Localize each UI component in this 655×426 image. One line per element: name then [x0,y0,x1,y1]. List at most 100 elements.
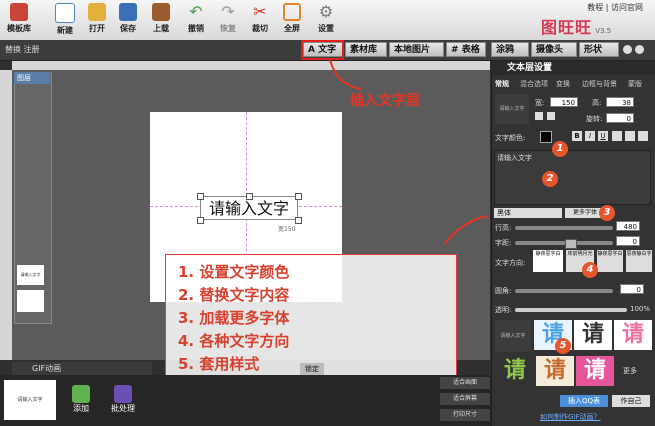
width-label: 宽: [535,99,545,107]
spacing-label: 字距: [495,239,512,247]
local-image-label: 本地图片 [394,45,431,55]
lock-button[interactable]: 锁定 [300,363,324,375]
crop-button[interactable]: ✂ 裁切 [245,3,275,34]
undo-button[interactable]: ↶ 撤销 [181,3,211,34]
batch-button[interactable]: 批处理 [108,385,138,421]
open-button[interactable]: 打开 [82,3,112,34]
gif-help-link[interactable]: 如何制作GIF动画？ [540,412,601,422]
save-button[interactable]: 保存 [113,3,143,34]
tab-border[interactable]: 边框与背景 [582,78,617,90]
resize-handle[interactable] [197,217,204,224]
style-preset[interactable]: 请 [496,356,534,386]
add-frame-button[interactable]: 添加 [68,385,94,421]
width-input[interactable]: 150 [550,97,578,107]
flip-horizontal-icon[interactable] [535,112,543,120]
align-right-icon[interactable] [638,131,648,141]
line-height-input[interactable]: 480 [616,221,640,231]
new-button[interactable]: 新建 [50,3,80,36]
template-library-button[interactable]: 模板库 [4,3,34,34]
italic-button[interactable]: I [585,131,595,141]
font-select[interactable]: 黑体 [494,208,562,218]
height-input[interactable]: 38 [606,97,634,107]
new-document-icon [55,3,75,23]
radius-slider[interactable] [515,289,613,293]
frame-thumbnail[interactable]: 请输入文字 [4,380,56,420]
annotation-item: 2. 替换文字内容 [178,286,290,304]
bold-button[interactable]: B [572,131,582,141]
scissors-icon: ✂ [253,2,267,21]
table-button[interactable]: # 表格 [446,42,486,57]
subbar-left-links[interactable]: 替换 注册 [5,44,40,55]
size-hint: 宽150 [278,226,296,233]
settings-button[interactable]: ⚙ 设置 [311,3,341,34]
style-preset[interactable]: 请 [614,320,652,350]
height-label: 高: [592,99,602,107]
table-grid-icon: # [451,45,462,55]
self-make-button[interactable]: 作自己 [612,395,650,407]
doodle-label: 涂鸦 [496,45,515,55]
vertical-ruler [0,70,12,360]
gif-animation-bar[interactable]: GIF动画 [12,362,152,375]
resize-handle[interactable] [197,193,204,200]
new-label: 新建 [57,26,73,35]
redo-button[interactable]: ↷ 恢复 [213,3,243,34]
text-content-input[interactable]: 请输入文字 [494,150,651,205]
annotation-item: 3. 加载更多字体 [178,309,290,327]
tab-general[interactable]: 常规 [495,78,509,90]
style-preset[interactable]: 请 [536,356,574,386]
annotation-item: 1. 设置文字颜色 [178,263,290,281]
resize-handle[interactable] [295,193,302,200]
brand-links[interactable]: 教程 | 访问官网 [527,2,647,13]
fit-canvas-button[interactable]: 适合画面 [440,377,490,389]
opacity-label: 透明: [495,306,512,314]
direction-option[interactable]: 静夜思字白 [597,250,623,272]
spacing-input[interactable]: 0 [616,236,640,246]
more-styles-button[interactable]: 更多 [618,364,642,378]
underline-button[interactable]: U [598,131,608,141]
layer-thumb-background[interactable] [17,290,44,312]
direction-label: 文字方向: [495,259,526,267]
window-restore-icon[interactable] [635,45,644,54]
radius-input[interactable]: 0 [620,284,644,294]
brand-area: 教程 | 访问官网 图旺旺 V3.5 [527,2,647,38]
upload-label: 上载 [153,24,169,33]
undo-label: 撤销 [188,24,204,33]
resize-handle[interactable] [295,217,302,224]
annotation-list: 1. 设置文字颜色 2. 替换文字内容 3. 加载更多字体 4. 各种文字方向 … [165,254,457,380]
align-left-icon[interactable] [612,131,622,141]
direction-option[interactable]: 思夜静白字 [626,250,652,272]
camera-button[interactable]: 摄像头 [531,42,577,57]
print-size-button[interactable]: 打印尺寸 [440,409,490,421]
local-image-button[interactable]: 本地图片 [389,42,444,57]
annotation-item: 4. 各种文字方向 [178,332,290,350]
shape-button[interactable]: 形状 [579,42,619,57]
rotate-input[interactable]: 0 [606,113,634,123]
opacity-value: 100% [630,305,651,313]
resize-handle[interactable] [246,193,253,200]
flip-vertical-icon[interactable] [547,112,555,120]
opacity-slider[interactable] [515,308,627,312]
tab-transform[interactable]: 变换 [556,78,570,90]
align-center-icon[interactable] [625,131,635,141]
direction-option[interactable]: 静夜思字白 [533,250,563,272]
fit-screen-button[interactable]: 适合屏幕 [440,393,490,405]
window-minimize-icon[interactable] [623,45,632,54]
fullscreen-button[interactable]: 全屏 [277,3,307,34]
material-library-label: 素材库 [350,45,378,55]
layer-thumb-text[interactable]: 请输入文字 [17,265,44,285]
upload-button[interactable]: 上载 [146,3,176,34]
spacing-slider-knob[interactable] [565,239,577,249]
style-preset[interactable]: 请 [574,320,612,350]
spacing-slider[interactable] [515,241,613,245]
tab-mask[interactable]: 蒙版 [628,78,642,90]
tab-blend[interactable]: 混合选项 [520,78,548,90]
doodle-button[interactable]: 涂鸦 [491,42,529,57]
save-disk-icon [119,3,137,21]
line-height-label: 行高: [495,224,512,232]
insert-qq-button[interactable]: 插入QQ表 [560,395,608,407]
style-preset[interactable]: 请 [576,356,614,386]
line-height-slider[interactable] [515,226,613,230]
settings-label: 设置 [318,24,334,33]
text-color-swatch[interactable] [540,131,552,143]
text-color-label: 文字颜色: [495,134,526,142]
